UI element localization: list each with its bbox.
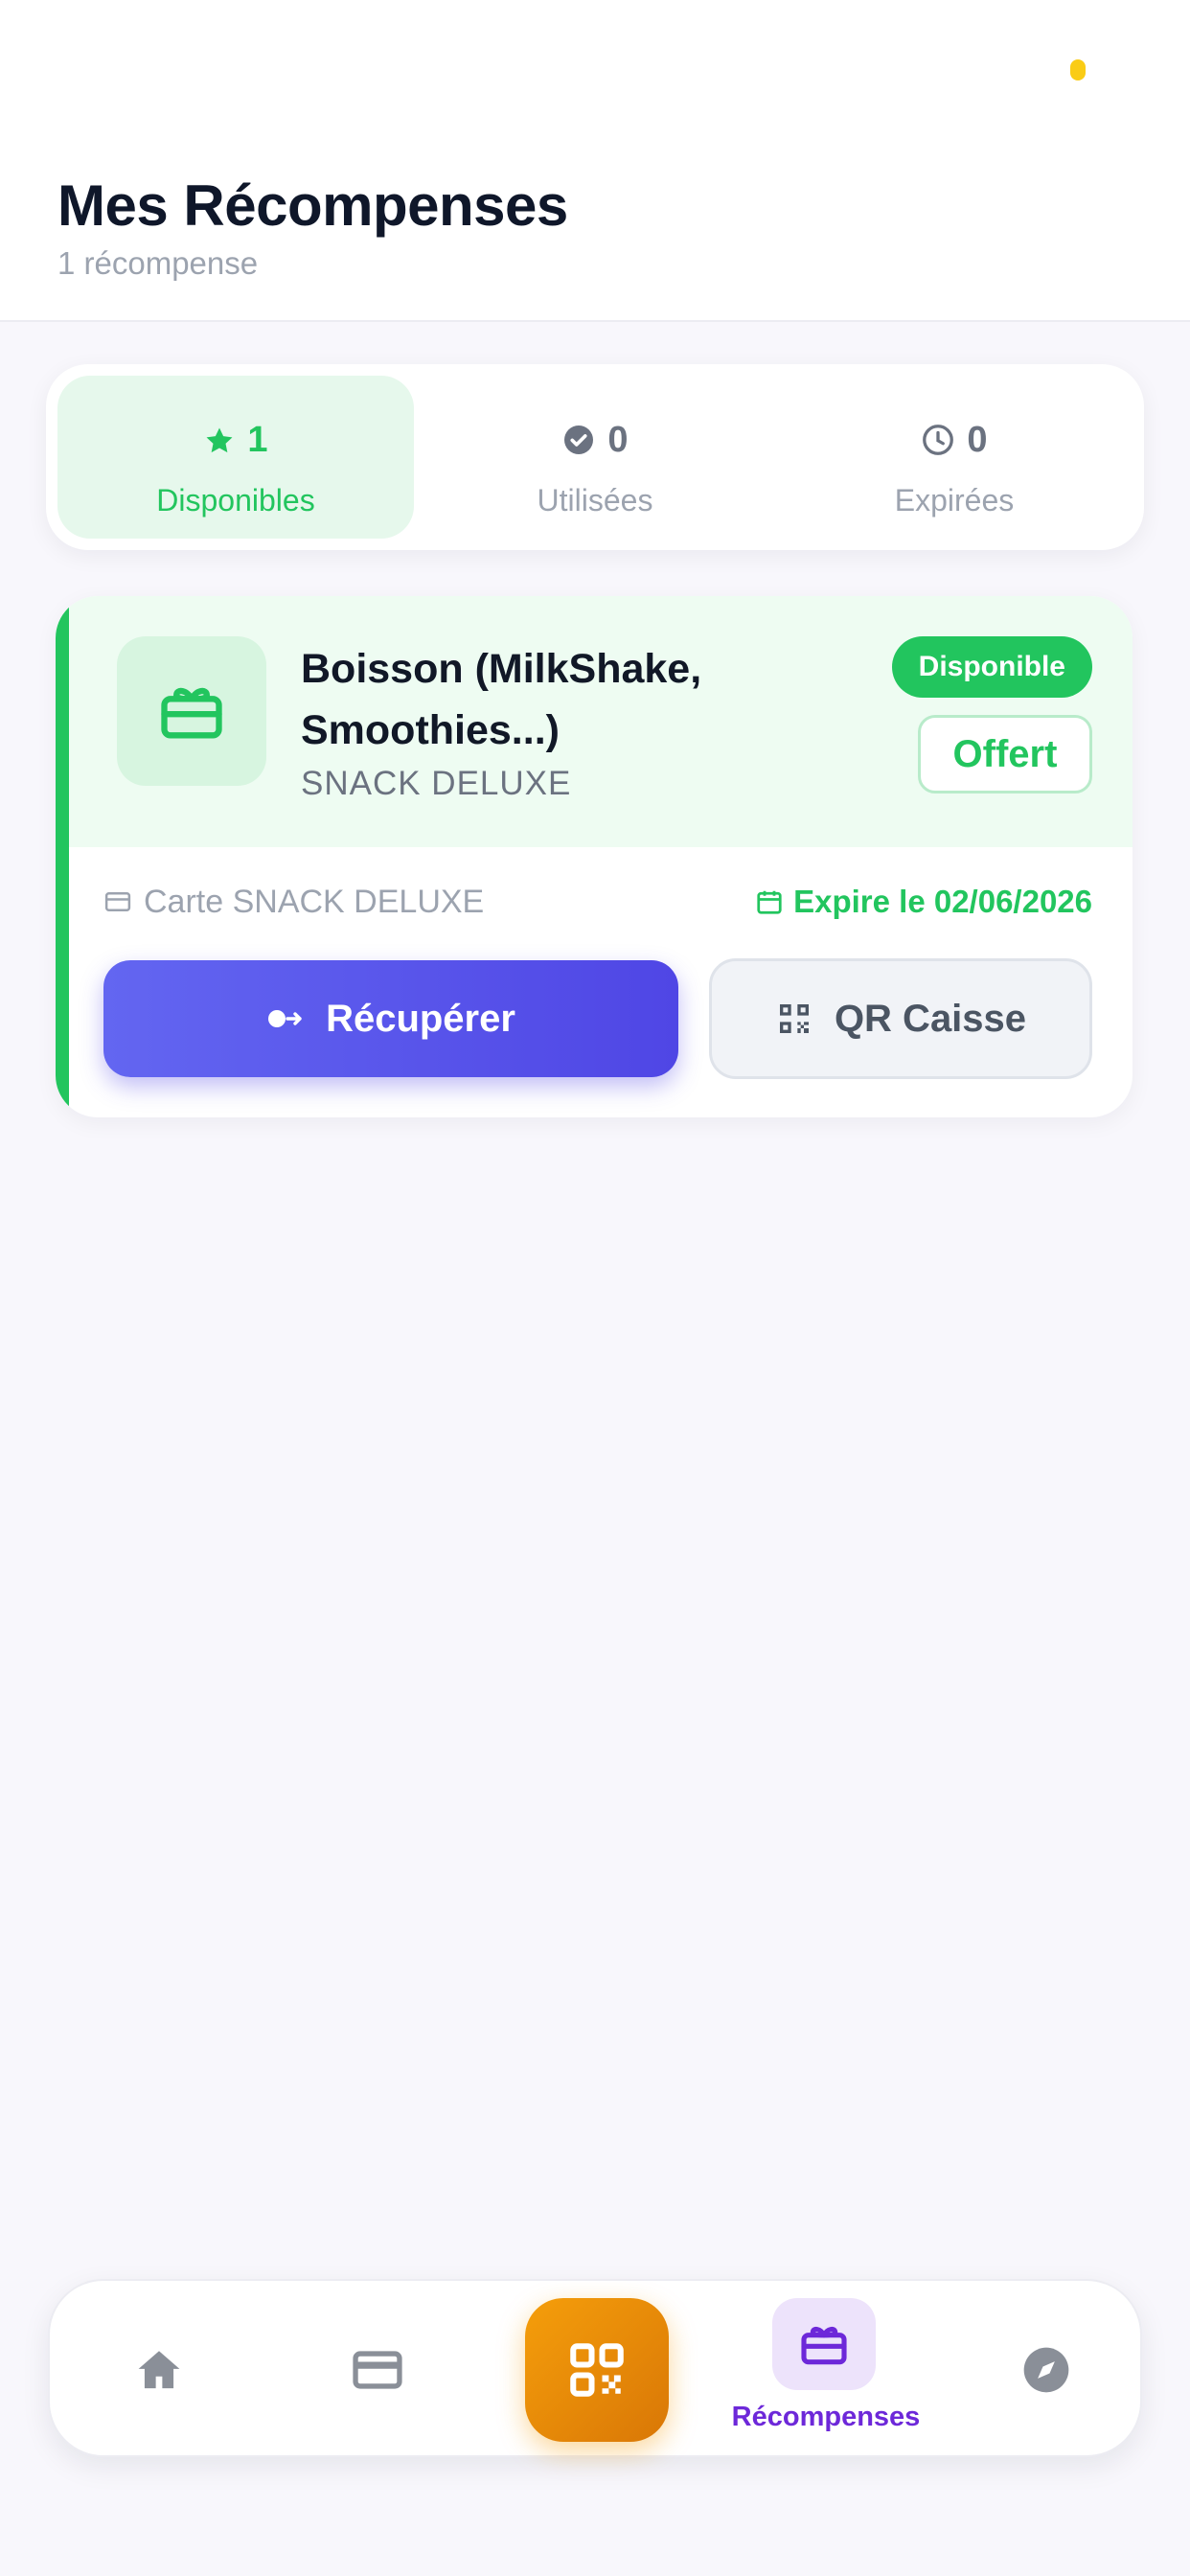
- value-badge: Offert: [918, 715, 1092, 794]
- redeem-arrow-icon: [268, 1010, 302, 1027]
- tab-available-label: Disponibles: [156, 483, 315, 518]
- nav-home[interactable]: [111, 2281, 207, 2459]
- expiry-info: Expire le 02/06/2026: [755, 884, 1092, 920]
- reward-icon-box: [117, 636, 266, 786]
- qr-code-icon: [779, 1004, 809, 1033]
- status-indicator-dot: [1070, 59, 1086, 80]
- tab-expired-label: Expirées: [894, 483, 1015, 518]
- bottom-navigation: Récompenses: [48, 2279, 1142, 2457]
- nav-rewards[interactable]: Récompenses: [711, 2281, 941, 2459]
- reward-merchant: SNACK DELUXE: [301, 765, 572, 802]
- calendar-icon: [757, 890, 782, 914]
- credit-card-icon: [104, 892, 131, 911]
- reward-card-header: Boisson (MilkShake, Smoothies...) SNACK …: [69, 596, 1133, 847]
- qr-checkout-label: QR Caisse: [834, 997, 1027, 1040]
- nav-scan-button[interactable]: [525, 2298, 669, 2442]
- page-header: Mes Récompenses 1 récompense: [0, 144, 1190, 322]
- qr-scan-icon: [570, 2343, 624, 2397]
- tab-used-count: 0: [607, 420, 629, 460]
- page-subtitle: 1 récompense: [57, 245, 259, 281]
- tab-used-label: Utilisées: [537, 483, 653, 518]
- nav-explore[interactable]: [998, 2281, 1094, 2459]
- redeem-button[interactable]: Récupérer: [103, 960, 678, 1077]
- loyalty-card-label: Carte SNACK DELUXE: [144, 884, 485, 920]
- clock-icon: [923, 425, 954, 455]
- tab-available-count: 1: [247, 420, 268, 460]
- redeem-button-label: Récupérer: [326, 997, 515, 1040]
- nav-cards[interactable]: [330, 2281, 425, 2459]
- credit-card-icon: [353, 2351, 402, 2389]
- qr-checkout-button[interactable]: QR Caisse: [709, 958, 1092, 1079]
- gift-card-icon: [161, 687, 222, 739]
- check-circle-icon: [564, 426, 594, 454]
- tab-available[interactable]: 1 Disponibles: [57, 376, 414, 539]
- tab-expired[interactable]: 0 Expirées: [776, 376, 1133, 539]
- tab-expired-count: 0: [967, 420, 988, 460]
- page-title: Mes Récompenses: [57, 173, 568, 238]
- status-badge: Disponible: [891, 636, 1092, 698]
- compass-icon: [1023, 2347, 1069, 2393]
- star-icon: [206, 427, 233, 453]
- gift-card-icon: [801, 2326, 847, 2365]
- reward-filter-tabs: 1 Disponibles 0 Utilisées 0 Expirées: [46, 364, 1144, 550]
- nav-rewards-label: Récompenses: [731, 2402, 921, 2432]
- expiry-label: Expire le 02/06/2026: [793, 884, 1092, 919]
- reward-title: Boisson (MilkShake, Smoothies...): [301, 646, 702, 753]
- tab-used[interactable]: 0 Utilisées: [417, 376, 773, 539]
- home-icon: [138, 2351, 180, 2389]
- status-bar: [0, 0, 1190, 144]
- reward-card[interactable]: Boisson (MilkShake, Smoothies...) SNACK …: [56, 596, 1133, 1117]
- loyalty-card-info: Carte SNACK DELUXE: [103, 884, 484, 921]
- card-status-accent: [56, 596, 69, 1117]
